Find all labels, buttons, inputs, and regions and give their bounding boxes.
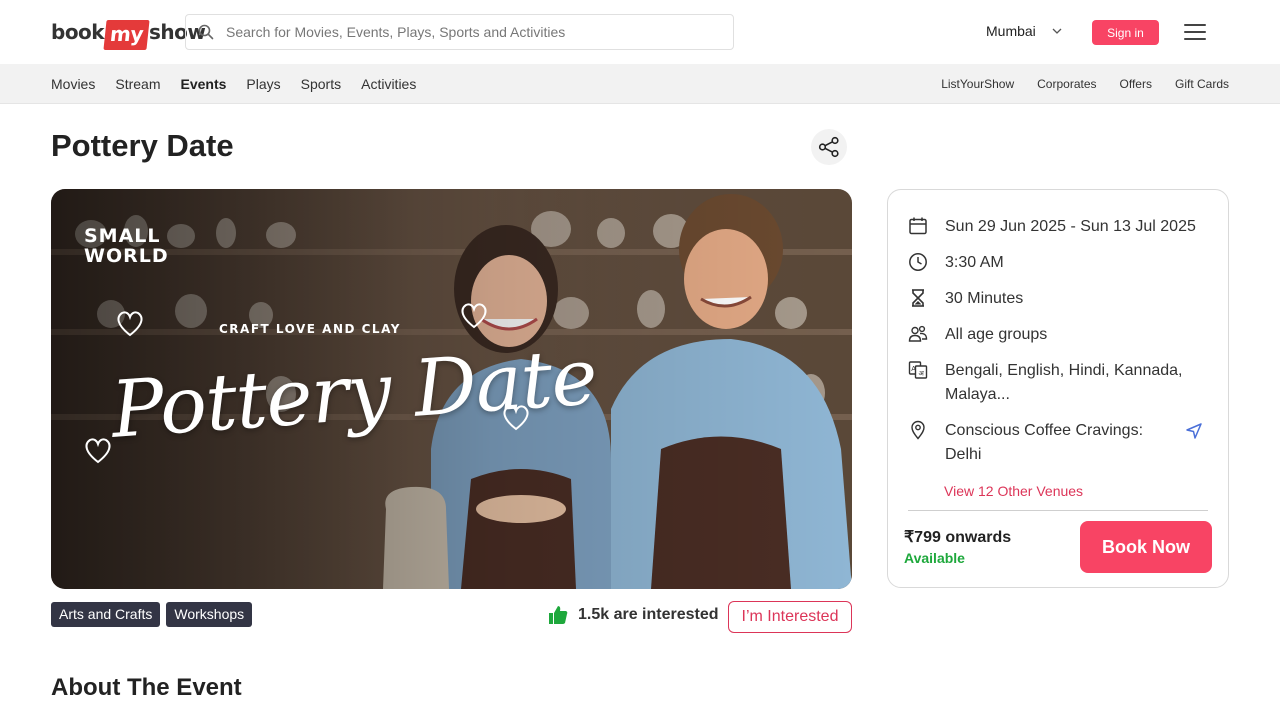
sub-navigation: Movies Stream Events Plays Sports Activi… [0,64,1280,104]
event-venue[interactable]: Conscious Coffee Cravings: Delhi [945,419,1143,467]
people-icon [908,325,928,342]
nav-sports[interactable]: Sports [301,76,341,92]
language-row: Aअ Bengali, English, Hindi, Kannada, Mal… [908,359,1183,407]
bookmyshow-logo[interactable]: book my show [51,15,206,50]
logo-text-my: my [103,20,150,50]
duration-row: 30 Minutes [908,287,1023,311]
languages-line1: Bengali, English, Hindi, Kannada, [945,362,1183,379]
interested-count-text: 1.5k are interested [578,606,719,623]
location-pin-icon [911,420,925,440]
languages-line2: Malaya... [945,386,1010,403]
nav-corporates[interactable]: Corporates [1037,77,1096,91]
city-selector[interactable]: Mumbai [986,23,1062,39]
view-other-venues-link[interactable]: View 12 Other Venues [944,483,1083,499]
date-row: Sun 29 Jun 2025 - Sun 13 Jul 2025 [908,215,1196,239]
svg-text:अ: अ [919,371,925,378]
thumbs-up-icon [549,606,568,624]
availability-status: Available [904,550,965,566]
navigation-arrow-icon[interactable] [1185,422,1203,440]
sign-in-button[interactable]: Sign in [1092,20,1159,45]
banner-brand-line2: WORLD [84,245,169,267]
event-tags: Arts and Crafts Workshops [51,602,258,627]
search-bar[interactable] [185,14,734,50]
heart-doodle-icon [85,438,111,464]
venue-row: Conscious Coffee Cravings: Delhi [908,419,1143,467]
event-banner-image: SMALL WORLD CRAFT LOVE AND CLAY Pottery … [51,189,852,589]
clock-icon [909,253,927,271]
time-row: 3:30 AM [908,251,1004,275]
book-now-button[interactable]: Book Now [1080,521,1212,573]
banner-brand-logo: SMALL WORLD [84,226,169,266]
nav-offers[interactable]: Offers [1120,77,1152,91]
hourglass-icon [912,289,924,307]
language-icon: Aअ [908,361,928,379]
hamburger-menu-icon[interactable] [1184,24,1206,40]
event-languages: Bengali, English, Hindi, Kannada, Malaya… [945,359,1183,407]
venue-line2: Delhi [945,446,982,463]
heart-doodle-icon [503,405,529,431]
chevron-down-icon [1052,28,1062,34]
event-time: 3:30 AM [945,254,1004,271]
logo-text-book: book [51,20,105,44]
nav-movies[interactable]: Movies [51,76,95,92]
nav-plays[interactable]: Plays [246,76,280,92]
event-title: Pottery Date [51,128,234,163]
nav-listyourshow[interactable]: ListYourShow [941,77,1014,91]
search-icon [198,24,214,40]
banner-brand-line1: SMALL [84,225,161,247]
share-icon [818,136,839,158]
heart-doodle-icon [117,311,143,337]
im-interested-button[interactable]: I’m Interested [728,601,852,633]
search-input[interactable] [226,24,706,40]
svg-text:A: A [911,366,916,373]
nav-events[interactable]: Events [180,76,226,92]
tag-workshops[interactable]: Workshops [166,602,253,627]
card-divider [908,510,1208,511]
city-label: Mumbai [986,23,1036,39]
top-header: bookmyshow Mumbai Sign in [0,0,1280,64]
age-row: All age groups [908,323,1047,347]
interest-count: 1.5k are interested [548,605,719,625]
ticket-price: ₹799 onwards [904,529,1012,546]
share-button[interactable] [811,129,847,165]
venue-line1: Conscious Coffee Cravings: [945,422,1144,439]
event-age-group: All age groups [945,326,1048,343]
event-dates: Sun 29 Jun 2025 - Sun 13 Jul 2025 [945,218,1196,235]
heart-doodle-icon [461,303,487,329]
nav-stream[interactable]: Stream [115,76,160,92]
event-duration: 30 Minutes [945,290,1024,307]
about-event-heading: About The Event [51,674,242,701]
banner-tagline: CRAFT LOVE AND CLAY [219,322,401,336]
tag-arts-and-crafts[interactable]: Arts and Crafts [51,602,161,627]
nav-gift-cards[interactable]: Gift Cards [1175,77,1229,91]
nav-activities[interactable]: Activities [361,76,416,92]
calendar-icon [909,217,927,235]
event-details-card: Sun 29 Jun 2025 - Sun 13 Jul 2025 3:30 A… [887,189,1229,588]
